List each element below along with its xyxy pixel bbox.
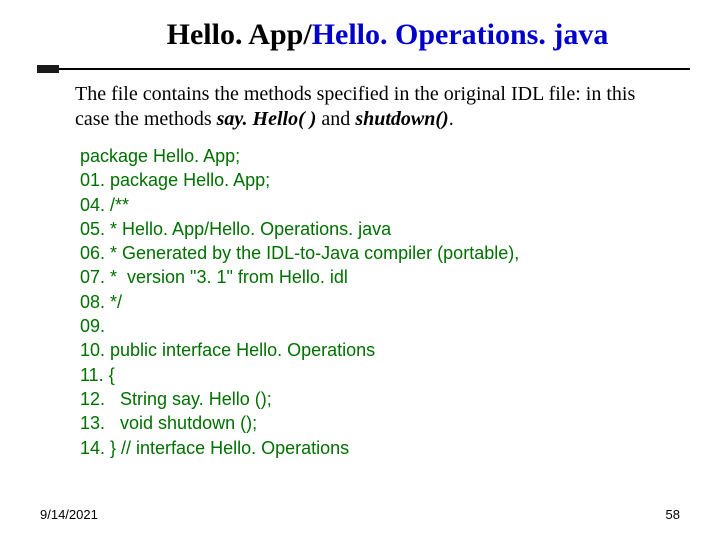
slide-footer: 9/14/2021 58	[40, 507, 680, 522]
title-part-black: Hello. App/	[167, 18, 312, 51]
code-line: 05. * Hello. App/Hello. Operations. java	[80, 217, 680, 241]
code-line: 12. String say. Hello ();	[80, 387, 680, 411]
description-paragraph: The file contains the methods specified …	[75, 82, 670, 132]
footer-page-number: 58	[666, 507, 680, 522]
code-line: 13. void shutdown ();	[80, 411, 680, 435]
divider-line	[37, 68, 690, 70]
code-line: 01. package Hello. App;	[80, 168, 680, 192]
desc-method-2: shutdown()	[355, 108, 448, 130]
code-line: 10. public interface Hello. Operations	[80, 338, 680, 362]
footer-date: 9/14/2021	[40, 507, 98, 522]
divider-box	[37, 65, 59, 73]
desc-method-1: say. Hello( )	[217, 108, 317, 130]
code-line: 04. /**	[80, 193, 680, 217]
code-line: 09.	[80, 314, 680, 338]
code-line: 14. } // interface Hello. Operations	[80, 436, 680, 460]
desc-text-3: .	[449, 108, 454, 130]
code-line: 08. */	[80, 290, 680, 314]
title-part-blue: Hello. Operations. java	[312, 18, 609, 51]
code-line: 07. * version "3. 1" from Hello. idl	[80, 265, 680, 289]
title-divider	[37, 66, 690, 72]
code-line: 06. * Generated by the IDL-to-Java compi…	[80, 241, 680, 265]
slide-title: Hello. App/Hello. Operations. java	[95, 18, 680, 52]
code-line: package Hello. App;	[80, 144, 680, 168]
code-block: package Hello. App; 01. package Hello. A…	[80, 144, 680, 460]
code-line: 11. {	[80, 363, 680, 387]
desc-text-2: and	[316, 108, 355, 130]
